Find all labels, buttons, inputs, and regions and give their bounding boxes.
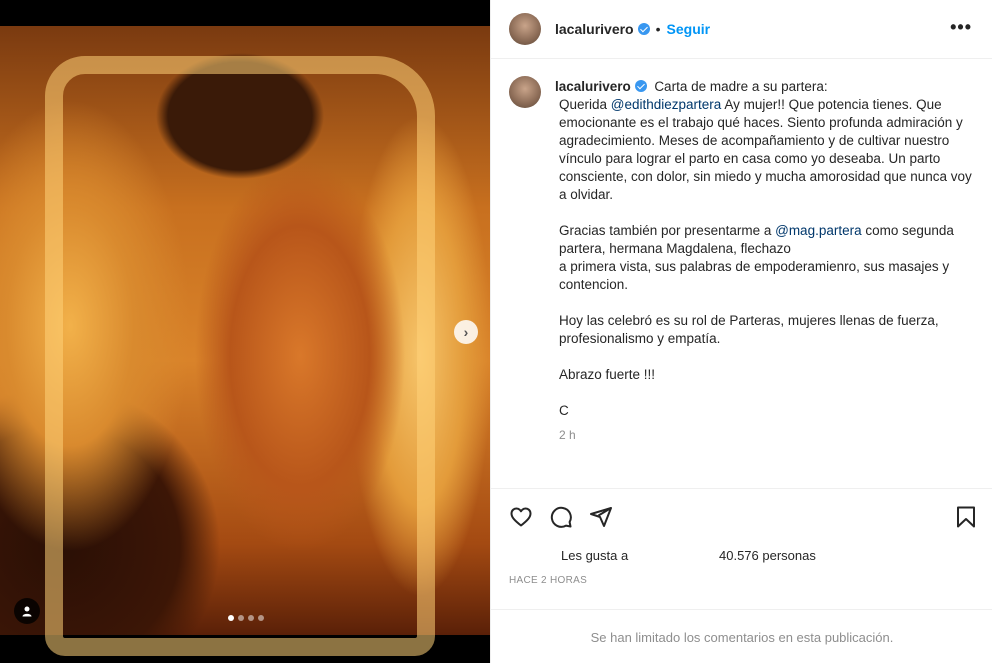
caption-paragraph: Querida @edithdiezpartera Ay mujer!! Que…: [559, 96, 979, 204]
post-media: ›: [0, 0, 490, 663]
more-options-icon[interactable]: •••: [950, 18, 972, 36]
carousel-dots: [228, 615, 264, 621]
caption-title: Carta de madre a su partera:: [654, 79, 828, 94]
caption-text: a primera vista, sus palabras de empoder…: [559, 259, 950, 292]
caption-text: Gracias también por presentarme a: [559, 223, 776, 238]
caption-block: lacalurivero Carta de madre a su partera…: [509, 76, 979, 476]
separator-dot: •: [655, 21, 661, 37]
post-age[interactable]: HACE 2 HORAS: [509, 575, 587, 586]
caption-title-line: lacalurivero Carta de madre a su partera…: [555, 76, 828, 96]
caption-paragraph: Abrazo fuerte !!!: [559, 367, 656, 382]
caption-body: Querida @edithdiezpartera Ay mujer!! Que…: [559, 96, 979, 444]
avatar[interactable]: [509, 13, 541, 45]
follow-button[interactable]: Seguir: [667, 21, 711, 37]
carousel-dot: [258, 615, 264, 621]
likes-prefix: Les gusta a: [561, 548, 629, 563]
carousel-dot: [238, 615, 244, 621]
caption-text: Ay mujer!! Que potencia tienes. Que emoc…: [559, 97, 972, 202]
post-side-panel: lacalurivero • Seguir ••• lacalurivero C…: [490, 0, 992, 663]
user-tag-icon: [22, 606, 32, 617]
username-link[interactable]: lacalurivero: [555, 21, 634, 37]
likes-count[interactable]: 40.576 personas: [719, 548, 816, 563]
share-icon[interactable]: [589, 505, 613, 529]
action-bar: [491, 488, 992, 545]
heart-icon[interactable]: [509, 505, 533, 529]
comment-icon[interactable]: [549, 505, 573, 529]
bookmark-icon[interactable]: [955, 505, 977, 529]
carousel-dot: [248, 615, 254, 621]
comments-limited-notice: Se han limitado los comentarios en esta …: [491, 609, 992, 664]
post-header: lacalurivero • Seguir •••: [491, 0, 992, 59]
user-tag-button[interactable]: [14, 598, 40, 624]
caption-timestamp[interactable]: 2 h: [559, 426, 979, 444]
caption-paragraph: Gracias también por presentarme a @mag.p…: [559, 222, 979, 294]
carousel-dot: [228, 615, 234, 621]
caption-paragraph: Hoy las celebró es su rol de Parteras, m…: [559, 313, 939, 346]
caption-username[interactable]: lacalurivero: [555, 79, 631, 94]
caption-paragraph: C: [559, 403, 569, 418]
avatar[interactable]: [509, 76, 541, 108]
caption-text: Querida: [559, 97, 611, 112]
post-photo: [0, 26, 490, 656]
verified-icon: [637, 23, 650, 35]
mention-link[interactable]: @mag.partera: [775, 223, 862, 238]
verified-icon: [634, 80, 647, 92]
instagram-post: › lacalurivero • Seguir ••• lacalurivero…: [0, 0, 992, 663]
next-image-button[interactable]: ›: [454, 320, 478, 344]
chevron-right-icon: ›: [463, 324, 469, 340]
mention-link[interactable]: @edithdiezpartera: [611, 97, 722, 112]
bathtub-shape: [45, 56, 435, 656]
